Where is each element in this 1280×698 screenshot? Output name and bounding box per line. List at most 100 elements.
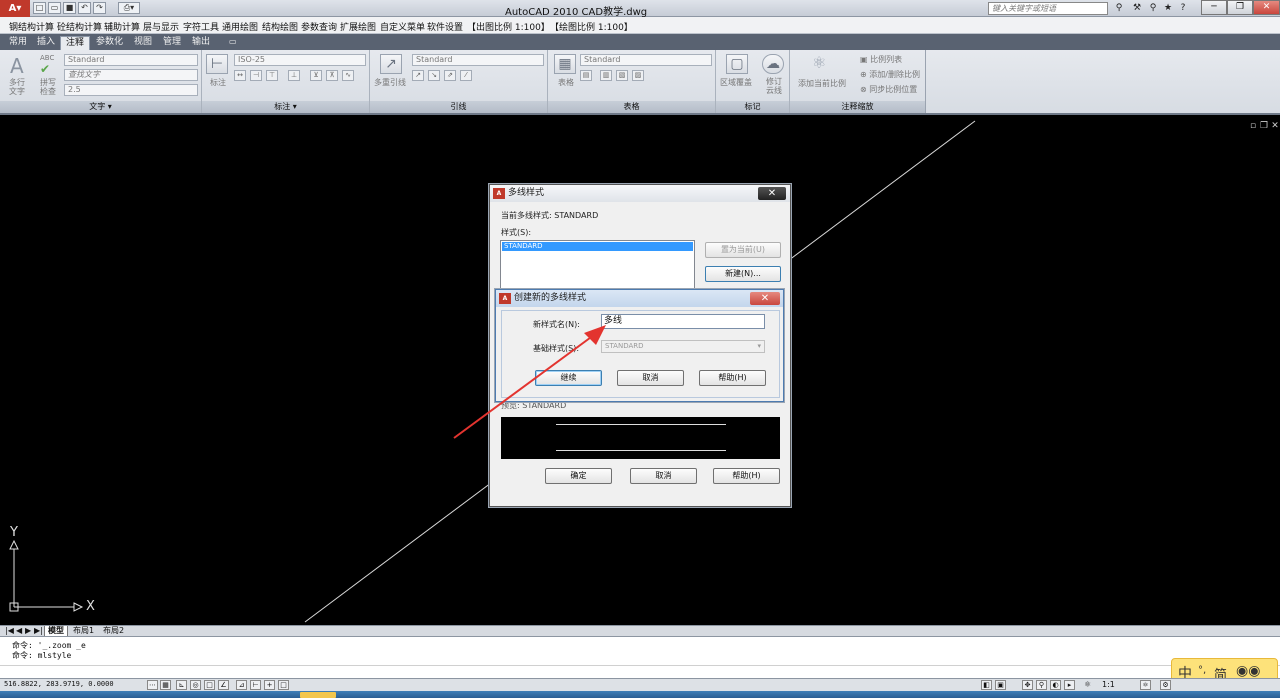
menu-plot-scale[interactable]: 【出图比例 1:100】 xyxy=(467,20,550,33)
revcloud-icon[interactable]: ☁ xyxy=(762,54,784,74)
dimension-icon[interactable]: ⊢ xyxy=(206,54,228,74)
collect-leader-icon[interactable]: ⁄ xyxy=(460,70,472,81)
tab-annotate[interactable]: 注释 xyxy=(60,36,91,50)
tab-home[interactable]: 常用 xyxy=(4,36,32,50)
align-leader-icon[interactable]: ⇗ xyxy=(444,70,456,81)
menu-concrete-calc[interactable]: 砼结构计算 xyxy=(57,20,102,33)
dim-tool-icon[interactable]: ⊣ xyxy=(250,70,262,81)
wipeout-icon[interactable]: ▢ xyxy=(726,54,748,74)
annotation-visibility-icon[interactable]: ⚛ xyxy=(1140,680,1151,690)
multiline-text-icon[interactable]: A xyxy=(10,54,24,78)
mlstyle-dialog-titlebar[interactable]: A 多线样式 ✕ xyxy=(490,185,790,202)
add-current-scale-label[interactable]: 添加当前比例 xyxy=(798,78,846,89)
menu-general-draw[interactable]: 通用绘图 xyxy=(222,20,258,33)
set-current-button[interactable]: 置为当前(U) xyxy=(705,242,781,258)
viewport-close-button[interactable]: ✕ xyxy=(1270,121,1280,131)
markup-panel-title[interactable]: 标记 xyxy=(716,101,789,113)
zoom-icon[interactable]: ⚲ xyxy=(1036,680,1047,690)
wipeout-label[interactable]: 区域覆盖 xyxy=(720,77,752,88)
styles-list[interactable]: STANDARD xyxy=(500,240,695,290)
text-style-combo[interactable]: Standard xyxy=(64,54,198,66)
redo-icon[interactable]: ↷ xyxy=(93,2,106,14)
dim-tool-icon[interactable]: ⊤ xyxy=(266,70,278,81)
new-style-button[interactable]: 新建(N)... xyxy=(705,266,781,282)
spell-check-icon[interactable]: ABC ✔ xyxy=(40,54,54,76)
autocad-app-button[interactable]: A▾ xyxy=(0,0,30,17)
ortho-toggle[interactable]: ⊾ xyxy=(176,680,187,690)
dim-tool-icon[interactable]: ∿ xyxy=(342,70,354,81)
quick-view-layouts[interactable]: ▣ xyxy=(995,680,1006,690)
help-search-input[interactable]: 键入关键字或短语 xyxy=(988,2,1108,15)
mlstyle-close-button[interactable]: ✕ xyxy=(758,187,786,200)
multiline-text-label[interactable]: 多行 文字 xyxy=(9,78,25,96)
leader-panel-title[interactable]: 引线 xyxy=(370,101,547,113)
viewport-minimize-button[interactable]: ▫ xyxy=(1248,121,1258,131)
dim-tool-icon[interactable]: ⊼ xyxy=(326,70,338,81)
menu-steel-calc[interactable]: 钢结构计算 xyxy=(9,20,54,33)
remove-leader-icon[interactable]: ↘ xyxy=(428,70,440,81)
ducs-toggle[interactable]: ⊿ xyxy=(236,680,247,690)
osnap-toggle[interactable]: □ xyxy=(204,680,215,690)
leader-style-combo[interactable]: Standard xyxy=(412,54,544,66)
model-space-toggle[interactable]: ◧ xyxy=(981,680,992,690)
tab-parametric[interactable]: 参数化 xyxy=(91,36,128,50)
multileader-label[interactable]: 多重引线 xyxy=(374,77,406,88)
taskbar-app-button[interactable] xyxy=(300,692,336,698)
new-dialog-help-button[interactable]: 帮助(H) xyxy=(699,370,766,386)
table-label[interactable]: 表格 xyxy=(558,77,574,88)
list-item[interactable]: STANDARD xyxy=(502,242,693,251)
lwt-toggle[interactable]: + xyxy=(264,680,275,690)
command-line[interactable]: 命令: '_.zoom _e 命令: mlstyle xyxy=(0,636,1280,678)
grid-toggle[interactable]: ▦ xyxy=(160,680,171,690)
steering-wheel-icon[interactable]: ◐ xyxy=(1050,680,1061,690)
create-mlstyle-close-button[interactable]: ✕ xyxy=(750,292,780,305)
text-panel-title[interactable]: 文字 ▾ xyxy=(0,101,201,113)
polar-toggle[interactable]: ◎ xyxy=(190,680,201,690)
menu-param-query[interactable]: 参数查询 xyxy=(301,20,337,33)
menu-text-tools[interactable]: 字符工具 xyxy=(183,20,219,33)
menu-struct-draw[interactable]: 结构绘图 xyxy=(262,20,298,33)
coordinates-readout[interactable]: 516.8822, 283.9719, 0.0000 xyxy=(4,680,114,688)
close-button[interactable]: ✕ xyxy=(1253,0,1280,15)
communication-center-icon[interactable]: ⚲ xyxy=(1146,2,1160,15)
table-tool-icon[interactable]: ▧ xyxy=(616,70,628,81)
multileader-icon[interactable]: ↗ xyxy=(380,54,402,74)
new-style-name-input[interactable]: 多线 xyxy=(601,314,765,329)
help-button[interactable]: 帮助(H) xyxy=(713,468,780,484)
qp-toggle[interactable]: □ xyxy=(278,680,289,690)
spell-check-label[interactable]: 拼写 检查 xyxy=(40,78,56,96)
pan-icon[interactable]: ✥ xyxy=(1022,680,1033,690)
menu-custom[interactable]: 自定义菜单 xyxy=(380,20,425,33)
tab-view[interactable]: 视图 xyxy=(129,36,157,50)
table-tool-icon[interactable]: ▨ xyxy=(632,70,644,81)
open-icon[interactable]: ▭ xyxy=(48,2,61,14)
revcloud-label[interactable]: 修订 云线 xyxy=(766,77,782,95)
menu-ext-draw[interactable]: 扩展绘图 xyxy=(340,20,376,33)
table-style-combo[interactable]: Standard xyxy=(580,54,712,66)
help-icon[interactable]: ? xyxy=(1176,2,1190,15)
dim-tool-icon[interactable]: ⊻ xyxy=(310,70,322,81)
sync-scale-positions-button[interactable]: ⊗ 同步比例位置 xyxy=(860,84,917,95)
search-binoculars-icon[interactable]: ⚲ xyxy=(1112,2,1126,15)
viewport-restore-button[interactable]: ❐ xyxy=(1259,121,1269,131)
workspace-switch-icon[interactable]: ⚙ xyxy=(1160,680,1171,690)
annotation-scale-icon[interactable]: ⚛ xyxy=(1084,680,1091,689)
ribbon-toggle-icon[interactable]: ▭ xyxy=(224,36,242,50)
text-height-combo[interactable]: 2.5 xyxy=(64,84,198,96)
subscription-center-icon[interactable]: ⚒ xyxy=(1130,2,1144,15)
find-text-input[interactable]: 查找文字 xyxy=(64,69,198,81)
new-dialog-cancel-button[interactable]: 取消 xyxy=(617,370,684,386)
add-current-scale-icon[interactable]: ⚛ xyxy=(812,53,826,72)
annotation-scaling-panel-title[interactable]: 注释缩放 xyxy=(790,101,925,113)
menu-draw-scale[interactable]: 【绘图比例 1:100】 xyxy=(550,20,633,33)
ime-punct-toggle[interactable]: °, xyxy=(1198,665,1206,676)
dim-style-combo[interactable]: ISO-25 xyxy=(234,54,366,66)
table-panel-title[interactable]: 表格 xyxy=(548,101,715,113)
add-leader-icon[interactable]: ↗ xyxy=(412,70,424,81)
ime-skin-icon[interactable]: ◉◉ xyxy=(1236,663,1260,679)
dim-tool-icon[interactable]: ↔ xyxy=(234,70,246,81)
otrack-toggle[interactable]: ∠ xyxy=(218,680,229,690)
tab-insert[interactable]: 插入 xyxy=(32,36,60,50)
minimize-button[interactable]: ─ xyxy=(1201,0,1227,15)
add-delete-scales-button[interactable]: ⊕ 添加/删除比例 xyxy=(860,69,920,80)
